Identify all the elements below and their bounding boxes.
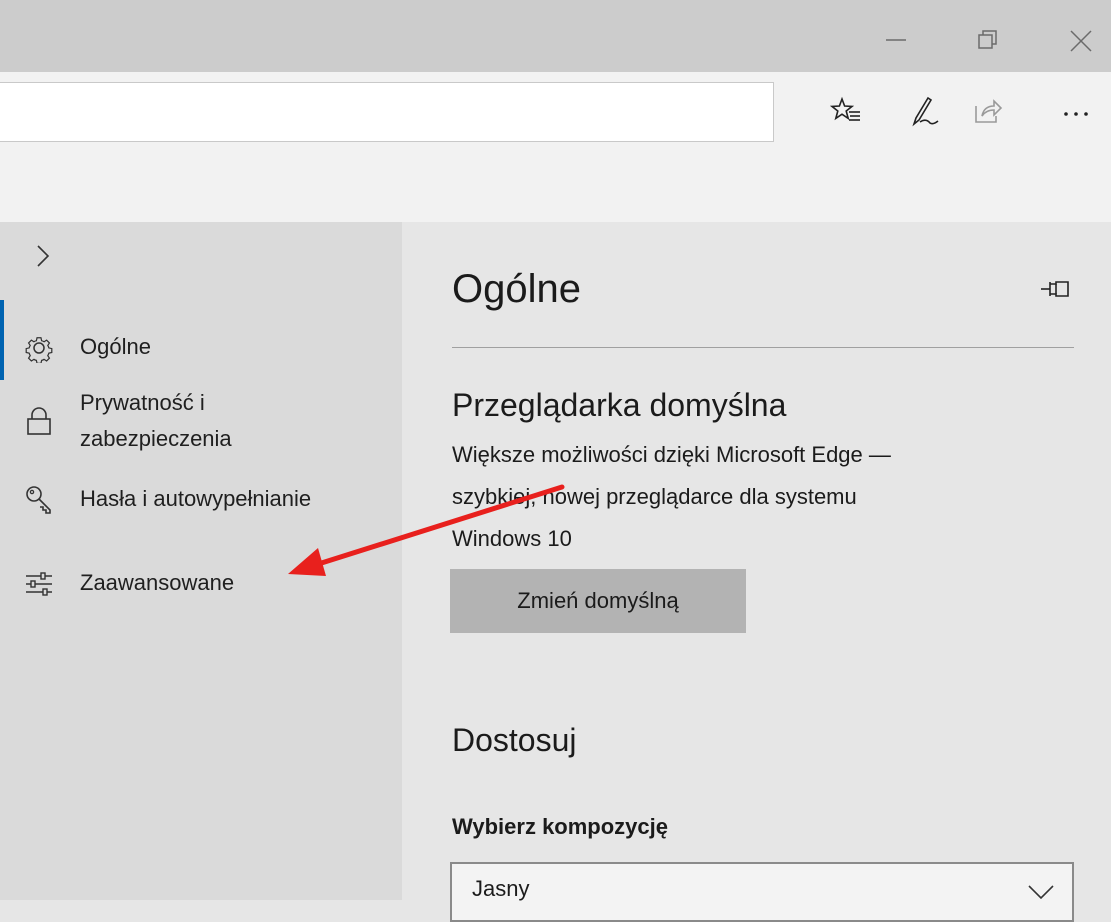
minimize-button[interactable] <box>866 12 926 68</box>
nav-item-label-line2: zabezpieczenia <box>80 426 232 451</box>
theme-label: Wybierz kompozycję <box>452 814 668 839</box>
theme-select[interactable]: Jasny <box>450 862 1074 922</box>
key-icon <box>24 484 54 514</box>
close-button[interactable] <box>1050 12 1110 68</box>
change-default-button[interactable]: Zmień domyślną <box>450 569 746 633</box>
theme-select-value: Jasny <box>472 876 530 901</box>
sliders-icon <box>24 568 54 598</box>
settings-panel: Ogólne Przeglądarka domyślna Większe moż… <box>402 222 1111 922</box>
description-line: szybkiej, nowej przeglądarce dla systemu <box>452 484 857 509</box>
share-icon <box>975 99 1003 123</box>
nav-item-advanced[interactable]: Zaawansowane <box>0 566 402 606</box>
expand-nav-button[interactable] <box>28 242 58 272</box>
pen-icon <box>912 96 939 127</box>
browser-toolbar <box>0 72 1111 158</box>
more-menu-button[interactable] <box>1054 90 1098 134</box>
favorites-bar <box>0 158 1111 222</box>
nav-item-passwords[interactable]: Hasła i autowypełnianie <box>0 482 402 522</box>
favorites-button[interactable] <box>824 90 868 134</box>
nav-item-label: Prywatność i <box>80 390 205 415</box>
customize-title: Dostosuj <box>452 722 577 758</box>
minimize-icon <box>886 39 906 41</box>
chevron-down-icon <box>1028 885 1054 900</box>
chevron-right-icon <box>37 245 50 267</box>
pin-icon <box>1041 281 1069 297</box>
restore-button[interactable] <box>958 12 1018 68</box>
favorites-star-icon <box>830 96 860 121</box>
address-bar[interactable] <box>0 82 774 142</box>
description-line: Windows 10 <box>452 526 572 551</box>
title-divider <box>452 347 1074 348</box>
notes-button[interactable] <box>902 90 946 134</box>
gear-icon <box>24 333 54 364</box>
nav-item-label: Ogólne <box>80 334 151 359</box>
default-browser-title: Przeglądarka domyślna <box>452 387 787 423</box>
pin-button[interactable] <box>1038 274 1074 304</box>
nav-item-privacy[interactable]: Prywatność i zabezpieczenia <box>0 386 402 456</box>
share-button[interactable] <box>966 90 1010 134</box>
description-line: Większe możliwości dzięki Microsoft Edge… <box>452 442 891 467</box>
nav-item-label: Hasła i autowypełnianie <box>80 486 312 511</box>
default-browser-description: Większe możliwości dzięki Microsoft Edge… <box>452 434 1032 560</box>
close-icon <box>1070 30 1092 52</box>
page-title: Ogólne <box>452 267 581 311</box>
title-bar <box>0 0 1111 72</box>
lock-icon <box>24 406 54 436</box>
nav-item-general[interactable]: Ogólne <box>0 330 402 370</box>
settings-nav: Ogólne Prywatność i zabezpieczenia Hasła… <box>0 222 402 900</box>
restore-icon <box>978 30 997 49</box>
more-dots-icon <box>1064 112 1088 116</box>
nav-item-label: Zaawansowane <box>80 570 235 595</box>
